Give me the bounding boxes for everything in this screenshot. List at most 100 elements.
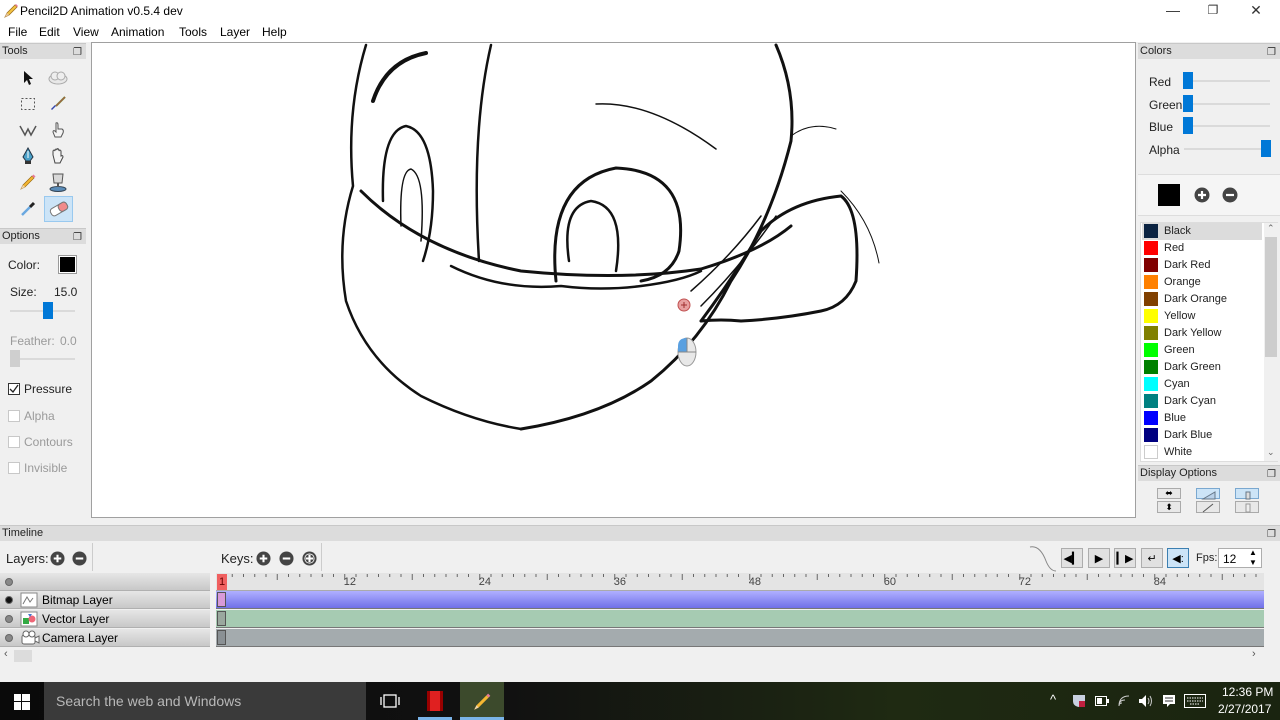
show-hidden-icons[interactable]: ^ bbox=[1050, 692, 1056, 707]
loop-button[interactable]: ↵ bbox=[1141, 548, 1163, 568]
onion-next-button[interactable] bbox=[1196, 501, 1220, 513]
palette-color-item[interactable]: Dark Blue bbox=[1142, 427, 1262, 444]
alpha-slider-handle[interactable] bbox=[1261, 140, 1271, 157]
menu-view[interactable]: View bbox=[73, 25, 99, 39]
alpha-checkbox[interactable] bbox=[8, 410, 20, 422]
contours-checkbox[interactable] bbox=[8, 436, 20, 448]
layer-row-camera[interactable]: Camera Layer bbox=[0, 629, 210, 647]
hand-tool-button[interactable] bbox=[45, 144, 71, 168]
scroll-up-icon[interactable]: ⌃ bbox=[1267, 223, 1275, 234]
invisible-checkbox[interactable] bbox=[8, 462, 20, 474]
green-slider-handle[interactable] bbox=[1183, 95, 1193, 112]
undock-icon[interactable]: ❐ bbox=[1267, 527, 1276, 542]
palette-scrollbar[interactable]: ⌃ ⌄ bbox=[1264, 223, 1278, 461]
palette-color-item[interactable]: Dark Green bbox=[1142, 359, 1262, 376]
green-slider-track[interactable] bbox=[1184, 103, 1270, 105]
scroll-left-icon[interactable]: ‹ bbox=[4, 648, 8, 660]
smudge-tool-button[interactable] bbox=[45, 66, 71, 90]
video-app-icon[interactable] bbox=[426, 690, 444, 712]
add-layer-icon[interactable] bbox=[50, 551, 65, 566]
task-view-icon[interactable] bbox=[380, 693, 400, 709]
bitmap-layer-track[interactable] bbox=[216, 591, 1264, 609]
palette-color-item[interactable]: Dark Yellow bbox=[1142, 325, 1262, 342]
palette-color-item[interactable]: White bbox=[1142, 444, 1262, 461]
brush-tool-button[interactable] bbox=[45, 92, 71, 116]
menu-edit[interactable]: Edit bbox=[39, 25, 60, 39]
bucket-tool-button[interactable] bbox=[45, 170, 71, 194]
palette-color-item[interactable]: Dark Red bbox=[1142, 257, 1262, 274]
scroll-down-icon[interactable]: ⌄ bbox=[1267, 447, 1275, 458]
undock-icon[interactable]: ❐ bbox=[73, 45, 82, 60]
polyline-tool-button[interactable] bbox=[15, 118, 41, 142]
scroll-right-icon[interactable]: › bbox=[1252, 648, 1256, 660]
remove-color-icon[interactable] bbox=[1222, 187, 1238, 203]
sound-button[interactable]: ◀: bbox=[1167, 548, 1189, 568]
keyframe[interactable] bbox=[217, 592, 226, 607]
jump-start-button[interactable]: ◀▎ bbox=[1061, 548, 1083, 568]
duplicate-key-icon[interactable] bbox=[302, 551, 317, 566]
blue-slider-handle[interactable] bbox=[1183, 117, 1193, 134]
visibility-toggle-all[interactable] bbox=[5, 578, 13, 586]
menu-file[interactable]: File bbox=[8, 25, 27, 39]
layer-row-vector[interactable]: Vector Layer bbox=[0, 610, 210, 628]
onion-prev-button[interactable] bbox=[1196, 488, 1220, 500]
menu-tools[interactable]: Tools bbox=[179, 25, 207, 39]
clock-date[interactable]: 2/27/2017 bbox=[1218, 702, 1271, 716]
red-slider-track[interactable] bbox=[1184, 80, 1270, 82]
windows-start-icon[interactable] bbox=[14, 694, 30, 710]
palette-color-item[interactable]: Blue bbox=[1142, 410, 1262, 427]
current-color-preview[interactable] bbox=[1158, 184, 1180, 206]
remove-layer-icon[interactable] bbox=[72, 551, 87, 566]
undock-icon[interactable]: ❐ bbox=[1267, 45, 1276, 60]
palette-color-item[interactable]: Dark Cyan bbox=[1142, 393, 1262, 410]
visibility-toggle[interactable] bbox=[5, 634, 13, 642]
pencil-tool-button[interactable] bbox=[15, 170, 41, 194]
maximize-button[interactable]: ❐ bbox=[1190, 0, 1236, 22]
timeline-scroll-thumb[interactable] bbox=[14, 650, 32, 662]
wifi-icon[interactable] bbox=[1115, 692, 1131, 708]
spin-up-icon[interactable]: ▲ bbox=[1249, 548, 1257, 557]
flip-vertical-button[interactable]: ⬍ bbox=[1157, 501, 1181, 513]
timeline-horizontal-scrollbar[interactable]: ‹ › bbox=[0, 648, 1266, 664]
visibility-toggle[interactable] bbox=[5, 596, 13, 604]
jump-end-button[interactable]: ▎▶ bbox=[1114, 548, 1136, 568]
palette-color-item[interactable]: Green bbox=[1142, 342, 1262, 359]
smudge-hand-tool-button[interactable] bbox=[45, 118, 71, 142]
fps-spinbox[interactable]: 12 ▲ ▼ bbox=[1218, 548, 1262, 568]
layer-row-bitmap[interactable]: Bitmap Layer bbox=[0, 591, 210, 609]
undock-icon[interactable]: ❐ bbox=[1267, 467, 1276, 482]
blue-slider-track[interactable] bbox=[1184, 125, 1270, 127]
play-button[interactable]: ▶ bbox=[1088, 548, 1110, 568]
palette-scrollbar-thumb[interactable] bbox=[1265, 237, 1277, 357]
palette-color-item[interactable]: Black bbox=[1142, 223, 1262, 240]
palette-color-item[interactable]: Red bbox=[1142, 240, 1262, 257]
keyframe[interactable] bbox=[217, 611, 226, 626]
flip-horizontal-button[interactable]: ⬌ bbox=[1157, 488, 1181, 499]
palette-color-item[interactable]: Dark Orange bbox=[1142, 291, 1262, 308]
remove-key-icon[interactable] bbox=[279, 551, 294, 566]
onion-blue-button[interactable] bbox=[1235, 488, 1259, 500]
size-slider-handle[interactable] bbox=[43, 302, 53, 319]
eyedropper-tool-button[interactable] bbox=[15, 197, 41, 221]
onion-red-button[interactable] bbox=[1235, 501, 1259, 513]
color-swatch-button[interactable] bbox=[58, 255, 77, 274]
keyframe[interactable] bbox=[217, 630, 226, 645]
touch-keyboard-icon[interactable] bbox=[1184, 694, 1206, 708]
undock-icon[interactable]: ❐ bbox=[73, 230, 82, 245]
visibility-toggle[interactable] bbox=[5, 615, 13, 623]
palette-color-item[interactable]: Yellow bbox=[1142, 308, 1262, 325]
camera-layer-track[interactable] bbox=[216, 629, 1264, 647]
menu-help[interactable]: Help bbox=[262, 25, 287, 39]
volume-icon[interactable] bbox=[1138, 694, 1154, 708]
taskbar-search-box[interactable]: Search the web and Windows bbox=[44, 682, 366, 720]
eraser-tool-button[interactable] bbox=[44, 196, 73, 222]
action-center-icon[interactable] bbox=[1162, 694, 1176, 708]
alpha-slider-track[interactable] bbox=[1184, 148, 1270, 150]
add-color-icon[interactable] bbox=[1194, 187, 1210, 203]
playhead-marker[interactable]: 1 bbox=[217, 574, 227, 590]
palette-color-item[interactable]: Orange bbox=[1142, 274, 1262, 291]
red-slider-handle[interactable] bbox=[1183, 72, 1193, 89]
spin-down-icon[interactable]: ▼ bbox=[1249, 558, 1257, 567]
rect-select-tool-button[interactable] bbox=[15, 92, 41, 116]
drawing-canvas[interactable] bbox=[91, 42, 1136, 518]
